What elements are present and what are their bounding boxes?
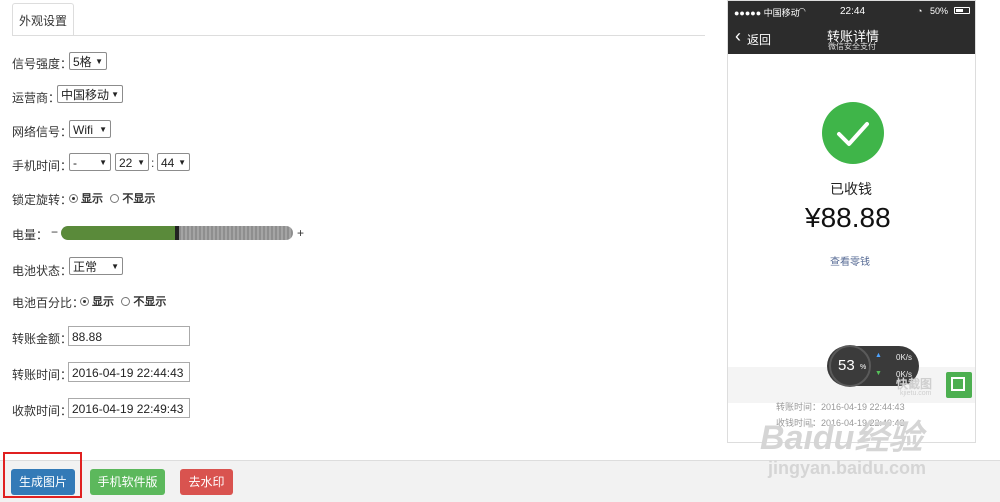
- percent-show-radio[interactable]: [80, 297, 89, 306]
- signal-value: 5格: [73, 55, 92, 69]
- percent-hide-radio[interactable]: [121, 297, 131, 306]
- signal-label: 信号强度：: [12, 57, 73, 71]
- phone-header: ●●●●● 中国移动 ◠ 22:44 ◔ 50% ‹ 返回 转账详情 微信安全支…: [728, 1, 975, 54]
- receipt-amount: ¥88.88: [805, 202, 891, 233]
- chevron-down-icon: ▼: [111, 90, 119, 99]
- hour-value: 22: [119, 156, 133, 170]
- chevron-down-icon: ▼: [99, 158, 107, 167]
- signal-select[interactable]: 5格 ▼: [69, 52, 107, 70]
- percent-show-label: 显示: [92, 296, 114, 308]
- phone-time-label: 手机时间：: [12, 159, 73, 173]
- upload-speed: 0K/s: [896, 353, 913, 362]
- back-chevron-icon[interactable]: ‹: [735, 27, 741, 45]
- mobile-app-button[interactable]: 手机软件版: [90, 469, 165, 495]
- remove-watermark-button[interactable]: 去水印: [180, 469, 233, 495]
- baidu-watermark: Baidu经验: [760, 419, 923, 457]
- status-carrier: ●●●●● 中国移动: [734, 8, 800, 18]
- status-battery-percent: 50%: [930, 6, 949, 16]
- baidu-watermark-url: jingyan.baidu.com: [768, 458, 927, 478]
- tab-divider: [12, 35, 705, 36]
- memory-gauge[interactable]: 53 %: [829, 345, 871, 387]
- phone-subtitle: 微信安全支付: [828, 42, 876, 51]
- battery-percent-label: 电池百分比：: [12, 296, 85, 310]
- rotation-show-label: 显示: [81, 193, 103, 205]
- network-select[interactable]: Wifi ▼: [69, 120, 111, 138]
- rotation-hide-radio[interactable]: [110, 194, 120, 203]
- percent-hide-label: 不显示: [133, 296, 167, 308]
- download-arrow-icon: ▼: [875, 370, 882, 377]
- status-time: 22:44: [840, 6, 866, 17]
- battery-state-select[interactable]: 正常 ▼: [69, 257, 123, 275]
- battery-minus-button[interactable]: −: [51, 225, 58, 239]
- rotation-lock-icon: ◔: [917, 6, 923, 16]
- chevron-down-icon: ▼: [137, 158, 145, 167]
- battery-percent-options: 显示 不显示: [80, 293, 166, 309]
- receive-time-input[interactable]: 2016-04-19 22:49:43: [68, 398, 190, 418]
- transfer-time-label: 转账时间：: [12, 368, 73, 382]
- upload-arrow-icon: ▲: [875, 352, 882, 359]
- brand-watermark-url: kjietu.com: [900, 390, 932, 397]
- network-value: Wifi: [73, 123, 93, 137]
- time-separator: :: [151, 156, 155, 170]
- battery-slider-handle[interactable]: [175, 226, 179, 240]
- battery-plus-button[interactable]: +: [297, 226, 304, 240]
- rotation-lock-label: 锁定旋转：: [12, 193, 73, 207]
- battery-state-label: 电池状态：: [12, 264, 73, 278]
- wifi-icon: ◠: [798, 6, 806, 16]
- back-label[interactable]: 返回: [747, 31, 771, 48]
- tab-appearance[interactable]: 外观设置: [12, 3, 74, 36]
- ampm-select[interactable]: - ▼: [69, 153, 111, 171]
- carrier-select[interactable]: 中国移动 ▼: [57, 85, 123, 103]
- transfer-time-input[interactable]: 2016-04-19 22:44:43: [68, 362, 190, 382]
- gauge-unit: %: [860, 364, 867, 371]
- chevron-down-icon: ▼: [111, 262, 119, 271]
- receive-time-label: 收款时间：: [12, 404, 73, 418]
- rotation-lock-options: 显示 不显示: [69, 190, 155, 206]
- gauge-percent: 53: [838, 357, 855, 374]
- carrier-label: 运营商：: [12, 91, 61, 105]
- rotation-hide-label: 不显示: [122, 193, 156, 205]
- network-label: 网络信号：: [12, 125, 73, 139]
- chevron-down-icon: ▼: [99, 125, 107, 134]
- rotation-show-radio[interactable]: [69, 194, 78, 203]
- screenshot-app-icon[interactable]: [946, 372, 972, 398]
- minute-select[interactable]: 44 ▼: [157, 153, 190, 171]
- battery-slider-fill: [61, 226, 177, 240]
- amount-label: 转账金额：: [12, 332, 73, 346]
- battery-state-value: 正常: [73, 260, 98, 274]
- carrier-value: 中国移动: [61, 88, 110, 102]
- minute-value: 44: [161, 156, 175, 170]
- amount-input[interactable]: 88.88: [68, 326, 190, 346]
- highlight-box: [3, 452, 82, 498]
- ampm-value: -: [73, 156, 77, 170]
- hour-select[interactable]: 22 ▼: [115, 153, 149, 171]
- view-change-link[interactable]: 查看零钱: [830, 253, 870, 268]
- battery-slider[interactable]: [61, 226, 293, 240]
- success-check-icon: [822, 102, 884, 164]
- receipt-status: 已收钱: [830, 181, 872, 197]
- battery-label: 电量：: [12, 228, 49, 242]
- battery-icon: [954, 7, 970, 14]
- chevron-down-icon: ▼: [178, 158, 186, 167]
- chevron-down-icon: ▼: [95, 57, 103, 66]
